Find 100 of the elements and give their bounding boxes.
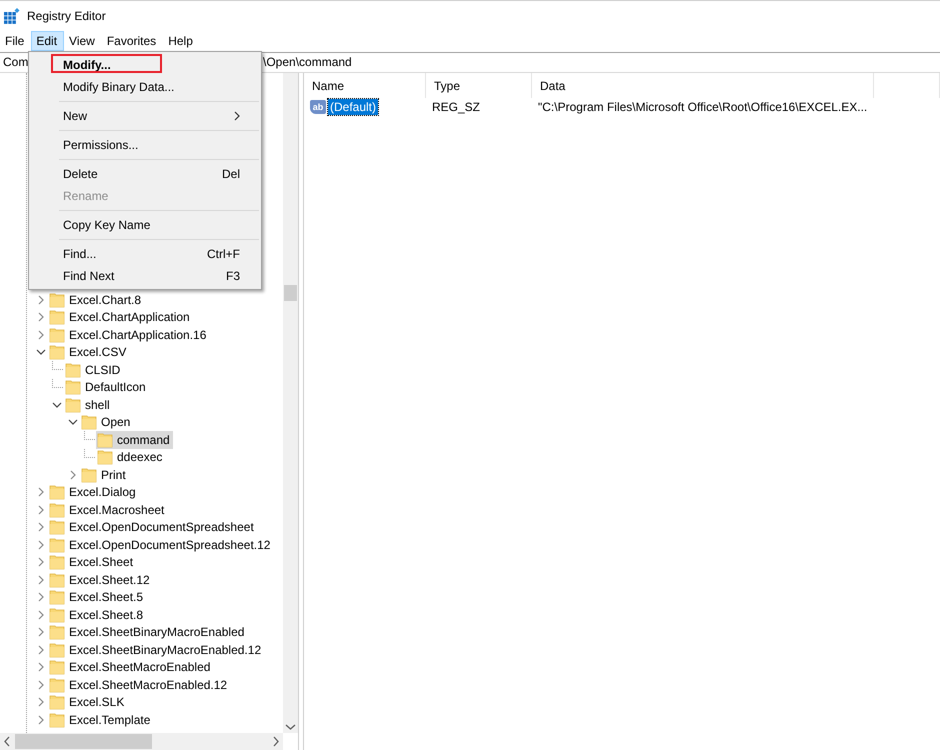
menu-option[interactable]: Modify Binary Data... (29, 76, 261, 98)
tree-item[interactable]: CLSID (64, 361, 124, 378)
collapse-icon[interactable] (68, 417, 78, 428)
string-value-icon: ab (310, 100, 326, 114)
scroll-right-icon[interactable] (272, 736, 280, 747)
tree-item[interactable]: Excel.SheetBinaryMacroEnabled.12 (48, 641, 264, 658)
expand-icon[interactable] (36, 540, 46, 550)
window-title: Registry Editor (27, 9, 106, 23)
expand-icon[interactable] (36, 610, 46, 620)
folder-icon (97, 449, 113, 466)
folder-icon (49, 642, 65, 658)
folder-icon (49, 519, 65, 536)
expand-icon[interactable] (36, 714, 46, 725)
tree-item[interactable]: Print (80, 466, 129, 484)
menu-item[interactable]: View (64, 31, 102, 51)
folder-icon (49, 309, 65, 326)
expand-icon[interactable] (36, 522, 46, 532)
expand-icon[interactable] (36, 644, 46, 655)
expand-icon[interactable] (36, 697, 46, 708)
folder-icon (49, 326, 65, 343)
address-text[interactable]: Com (3, 53, 28, 72)
tree-item[interactable]: Excel.Chart.8 (48, 291, 144, 308)
tree-item[interactable]: Excel.ChartApplication (48, 308, 193, 326)
address-text[interactable]: \Open\command (263, 53, 352, 72)
tree-item[interactable]: Excel.SheetBinaryMacroEnabled (48, 624, 248, 641)
folder-icon (65, 362, 81, 378)
expand-icon[interactable] (36, 680, 46, 690)
column-header[interactable]: Data (532, 73, 874, 98)
tree-item[interactable]: Excel.Sheet (48, 554, 136, 571)
expand-icon[interactable] (36, 662, 46, 672)
tree-item[interactable]: Excel.SheetMacroEnabled (48, 658, 214, 676)
menu-option[interactable]: Find... Ctrl+F (29, 243, 261, 265)
tree-item[interactable]: Excel.Sheet.8 (48, 606, 146, 624)
folder-icon (81, 414, 97, 430)
folder-icon (49, 344, 65, 360)
scroll-left-icon[interactable] (3, 736, 11, 747)
folder-icon (49, 292, 65, 308)
menu-option[interactable]: Copy Key Name (29, 214, 261, 236)
folder-icon (65, 396, 81, 413)
value-data: "C:\Program Files\Microsoft Office\Root\Office16\EXCEL.EX... (537, 100, 868, 114)
expand-icon[interactable] (36, 504, 46, 515)
folder-icon (49, 694, 65, 710)
expand-icon[interactable] (68, 470, 78, 480)
menu-item[interactable]: Favorites (102, 31, 164, 51)
tree-item[interactable]: Excel.SLK (48, 694, 128, 711)
tree-item[interactable]: Excel.OpenDocumentSpreadsheet (48, 518, 257, 536)
tree-item[interactable]: Excel.Dialog (48, 484, 139, 501)
folder-icon (49, 572, 65, 588)
tree-item[interactable]: Open (80, 414, 134, 431)
folder-icon (49, 624, 65, 640)
shortcut-text: F3 (226, 269, 240, 283)
tree-item[interactable]: ddeexec (96, 448, 166, 466)
scrollbar-thumb[interactable] (284, 285, 297, 301)
shortcut-text: Ctrl+F (207, 247, 240, 261)
scroll-down-icon[interactable] (285, 723, 296, 731)
scrollbar-thumb[interactable] (15, 734, 152, 749)
expand-icon[interactable] (36, 294, 46, 305)
tree-item[interactable]: Excel.SheetMacroEnabled.12 (48, 676, 230, 694)
collapse-icon[interactable] (36, 347, 46, 358)
menu-item[interactable]: File (0, 31, 32, 51)
expand-icon[interactable] (36, 627, 46, 638)
column-header[interactable]: Type (426, 73, 532, 98)
folder-icon (81, 466, 97, 483)
tree-item[interactable]: Excel.ChartApplication.16 (48, 326, 210, 344)
folder-icon (49, 712, 65, 728)
menu-option[interactable]: New (29, 105, 261, 127)
tree-item[interactable]: DefaultIcon (64, 378, 149, 396)
tree-item[interactable]: shell (64, 396, 113, 414)
folder-icon (49, 589, 65, 606)
folder-icon (49, 502, 65, 518)
value-name[interactable]: (Default) (328, 99, 378, 115)
folder-icon (49, 659, 65, 676)
tree-item[interactable]: Excel.CSV (48, 344, 130, 361)
menu-option[interactable]: Modify... (29, 54, 261, 76)
tree-item[interactable]: Excel.Macrosheet (48, 501, 168, 518)
expand-icon[interactable] (36, 487, 46, 498)
menu-item[interactable]: Edit (31, 31, 64, 51)
tree-item[interactable]: Excel.Template (48, 711, 154, 728)
folder-icon (49, 676, 65, 693)
tree-item[interactable]: Excel.OpenDocumentSpreadsheet.12 (48, 536, 274, 554)
menu-option[interactable]: Delete Del (29, 163, 261, 185)
expand-icon[interactable] (36, 312, 46, 322)
expand-icon[interactable] (36, 592, 46, 602)
app-icon (4, 8, 20, 24)
value-type: REG_SZ (431, 100, 482, 114)
folder-icon (65, 379, 81, 396)
tree-item[interactable]: Excel.Sheet.12 (48, 571, 153, 588)
tree-item[interactable]: command (96, 431, 173, 448)
expand-icon[interactable] (36, 330, 46, 340)
folder-icon (49, 484, 65, 500)
menu-option[interactable]: Find Next F3 (29, 265, 261, 287)
menu-item[interactable]: Help (163, 31, 200, 51)
shortcut-text: Del (222, 167, 240, 181)
expand-icon[interactable] (36, 574, 46, 585)
expand-icon[interactable] (36, 557, 46, 568)
menu-option[interactable]: Permissions... (29, 134, 261, 156)
tree-item[interactable]: Excel.Sheet.5 (48, 588, 146, 606)
collapse-icon[interactable] (52, 400, 62, 410)
folder-icon (49, 536, 65, 553)
folder-icon (97, 432, 113, 448)
